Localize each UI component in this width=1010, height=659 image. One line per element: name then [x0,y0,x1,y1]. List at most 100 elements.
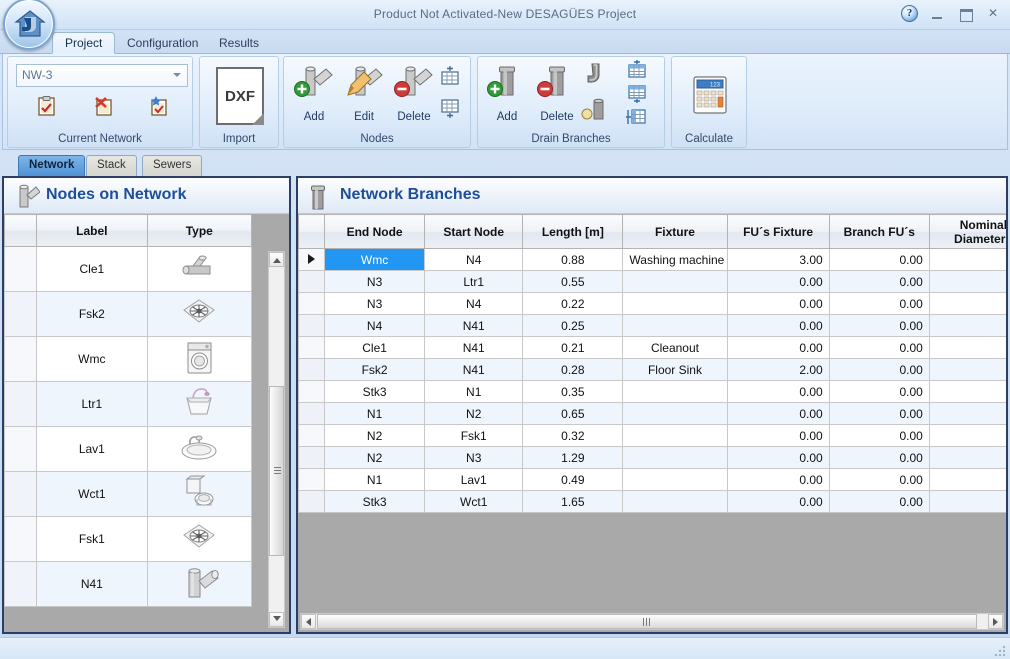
branches-col-start-node[interactable]: Start Node [425,215,523,249]
nominal-diameter-cell[interactable] [929,447,1006,469]
node-type-cell[interactable] [147,337,251,382]
length-cell[interactable]: 1.29 [523,447,623,469]
start-node-cell[interactable]: N3 [425,447,523,469]
nominal-diameter-cell[interactable] [929,491,1006,513]
nominal-diameter-cell[interactable] [929,403,1006,425]
nominal-diameter-cell[interactable] [929,337,1006,359]
length-cell[interactable]: 0.32 [523,425,623,447]
node-type-cell[interactable] [147,292,251,337]
row-selector-cell[interactable] [5,382,37,427]
branch-fu-cell[interactable]: 0.00 [829,381,929,403]
node-label-cell[interactable]: Fsk1 [37,517,147,562]
end-node-cell[interactable]: N2 [325,447,425,469]
end-node-cell[interactable]: Cle1 [325,337,425,359]
end-node-cell[interactable]: N1 [325,403,425,425]
table-row[interactable]: N2Fsk10.320.000.00 [299,425,1007,447]
current-network-new-button[interactable] [148,95,170,122]
table-row[interactable]: Lav1 [5,427,252,472]
end-node-cell[interactable]: N1 [325,469,425,491]
start-node-cell[interactable]: N41 [425,315,523,337]
nominal-diameter-cell[interactable] [929,425,1006,447]
table-row[interactable]: N1N20.650.000.00 [299,403,1007,425]
start-node-cell[interactable]: Wct1 [425,491,523,513]
tab-results[interactable]: Results [206,32,272,54]
start-node-cell[interactable]: N1 [425,381,523,403]
branches-scroll-thumb[interactable] [317,614,977,629]
table-row[interactable]: N41 [5,562,252,607]
node-type-cell[interactable] [147,382,251,427]
current-network-open-button[interactable] [36,95,58,122]
scroll-right-icon[interactable] [988,614,1003,629]
scroll-left-icon[interactable] [301,614,316,629]
length-cell[interactable]: 0.65 [523,403,623,425]
branch-fu-cell[interactable]: 0.00 [829,403,929,425]
nominal-diameter-cell[interactable] [929,315,1006,337]
fu-fixture-cell[interactable]: 0.00 [727,315,829,337]
row-indicator-cell[interactable] [299,249,325,271]
fixture-cell[interactable] [623,271,727,293]
length-cell[interactable]: 0.35 [523,381,623,403]
length-cell[interactable]: 0.49 [523,469,623,491]
branch-fu-cell[interactable]: 0.00 [829,359,929,381]
node-delete-button[interactable]: Delete [389,63,439,123]
node-table-bottom-button[interactable] [439,98,461,125]
fixture-cell[interactable] [623,315,727,337]
start-node-cell[interactable]: N2 [425,403,523,425]
scroll-up-icon[interactable] [269,252,284,267]
start-node-cell[interactable]: N41 [425,359,523,381]
end-node-cell[interactable]: Fsk2 [325,359,425,381]
table-row[interactable]: WmcN40.88Washing machine3.000.00 [299,249,1007,271]
end-node-cell[interactable]: Wmc [325,249,425,271]
row-selector-cell[interactable] [5,292,37,337]
row-selector-cell[interactable] [5,517,37,562]
maximize-button[interactable] [956,6,974,22]
panel-tab-stack[interactable]: Stack [86,155,137,177]
row-indicator-cell[interactable] [299,337,325,359]
branch-fu-cell[interactable]: 0.00 [829,271,929,293]
pipe-bend-button[interactable] [584,62,610,93]
table-row[interactable]: N3N40.220.000.00 [299,293,1007,315]
node-add-button[interactable]: Add [289,63,339,123]
row-selector-cell[interactable] [5,247,37,292]
branch-fu-cell[interactable]: 0.00 [829,249,929,271]
nominal-diameter-cell[interactable] [929,469,1006,491]
nominal-diameter-cell[interactable] [929,293,1006,315]
tab-project[interactable]: Project [52,32,115,54]
help-icon[interactable]: ? [901,5,918,22]
row-indicator-cell[interactable] [299,447,325,469]
node-label-cell[interactable]: N41 [37,562,147,607]
fixture-cell[interactable] [623,447,727,469]
tab-configuration[interactable]: Configuration [114,32,211,54]
node-type-cell[interactable] [147,517,251,562]
fu-fixture-cell[interactable]: 0.00 [727,381,829,403]
fixture-cell[interactable]: Cleanout [623,337,727,359]
branches-col-fixture[interactable]: Fixture [623,215,727,249]
row-selector-cell[interactable] [5,472,37,517]
table-row[interactable]: Wmc [5,337,252,382]
table-row[interactable]: Fsk1 [5,517,252,562]
calculate-button[interactable]: 123 [691,75,729,120]
branch-fu-cell[interactable]: 0.00 [829,293,929,315]
close-button[interactable]: ✕ [984,6,1002,22]
fu-fixture-cell[interactable]: 0.00 [727,293,829,315]
fixture-cell[interactable] [623,403,727,425]
nodes-col-type[interactable]: Type [147,215,251,247]
length-cell[interactable]: 1.65 [523,491,623,513]
node-label-cell[interactable]: Ltr1 [37,382,147,427]
resize-grip-icon[interactable] [994,643,1008,657]
row-indicator-cell[interactable] [299,315,325,337]
table-row[interactable]: Cle1 [5,247,252,292]
length-cell[interactable]: 0.25 [523,315,623,337]
branches-col-fu-fixture[interactable]: FU´s Fixture [727,215,829,249]
node-label-cell[interactable]: Wmc [37,337,147,382]
end-node-cell[interactable]: N3 [325,271,425,293]
branch-fu-cell[interactable]: 0.00 [829,337,929,359]
nodes-vertical-scrollbar[interactable] [268,251,285,628]
branches-col-end-node[interactable]: End Node [325,215,425,249]
table-row[interactable]: Fsk2N410.28Floor Sink2.000.00 [299,359,1007,381]
start-node-cell[interactable]: N4 [425,293,523,315]
branches-col-indicator[interactable] [299,215,325,249]
table-row[interactable]: Wct1 [5,472,252,517]
branch-fu-cell[interactable]: 0.00 [829,491,929,513]
start-node-cell[interactable]: Ltr1 [425,271,523,293]
